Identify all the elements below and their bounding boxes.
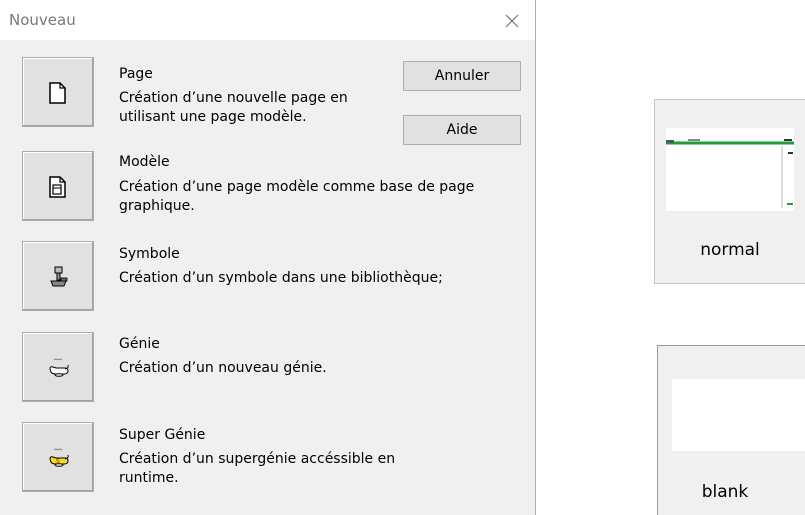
template-normal-label: normal xyxy=(700,240,760,260)
template-option-desc: Création d’une page modèle comme base de… xyxy=(119,179,475,214)
super-genie-option-button[interactable]: S xyxy=(22,422,94,492)
new-dialog: Nouveau Page Création d’une nouvelle pag… xyxy=(0,0,536,515)
super-genie-option-desc: Création d’un supergénie accéssible en r… xyxy=(119,451,396,486)
dialog-title: Nouveau xyxy=(9,11,76,29)
symbol-option-desc: Création d’un symbole dans une bibliothè… xyxy=(119,270,443,286)
page-option-desc: Création d’une nouvelle page en utilisan… xyxy=(119,90,348,125)
super-genie-lamp-icon: S xyxy=(49,448,69,467)
template-normal-preview xyxy=(666,128,794,211)
template-option-title: Modèle xyxy=(119,154,170,170)
template-option-button[interactable] xyxy=(22,151,94,221)
symbol-option-title: Symbole xyxy=(119,246,180,262)
template-blank[interactable]: blank xyxy=(657,345,805,515)
super-genie-option-title: Super Génie xyxy=(119,427,206,443)
title-bar: Nouveau xyxy=(0,0,535,40)
template-normal[interactable]: normal xyxy=(654,99,805,284)
page-option-button[interactable] xyxy=(22,57,94,127)
symbol-icon xyxy=(50,266,68,287)
close-button[interactable] xyxy=(497,6,527,36)
genie-lamp-icon xyxy=(49,358,69,377)
genie-option-button[interactable] xyxy=(22,332,94,402)
cancel-button[interactable]: Annuler xyxy=(403,61,521,91)
symbol-option-button[interactable] xyxy=(22,241,94,311)
genie-option-desc: Création d’un nouveau génie. xyxy=(119,360,327,376)
template-blank-label: blank xyxy=(701,482,749,502)
page-option-title: Page xyxy=(119,66,153,82)
page-icon xyxy=(49,82,66,104)
template-page-icon xyxy=(49,176,66,198)
template-normal-preview-graphic xyxy=(666,139,794,208)
genie-option-title: Génie xyxy=(119,336,160,352)
close-icon xyxy=(505,14,519,28)
template-blank-preview xyxy=(672,379,805,451)
help-button[interactable]: Aide xyxy=(403,115,521,145)
